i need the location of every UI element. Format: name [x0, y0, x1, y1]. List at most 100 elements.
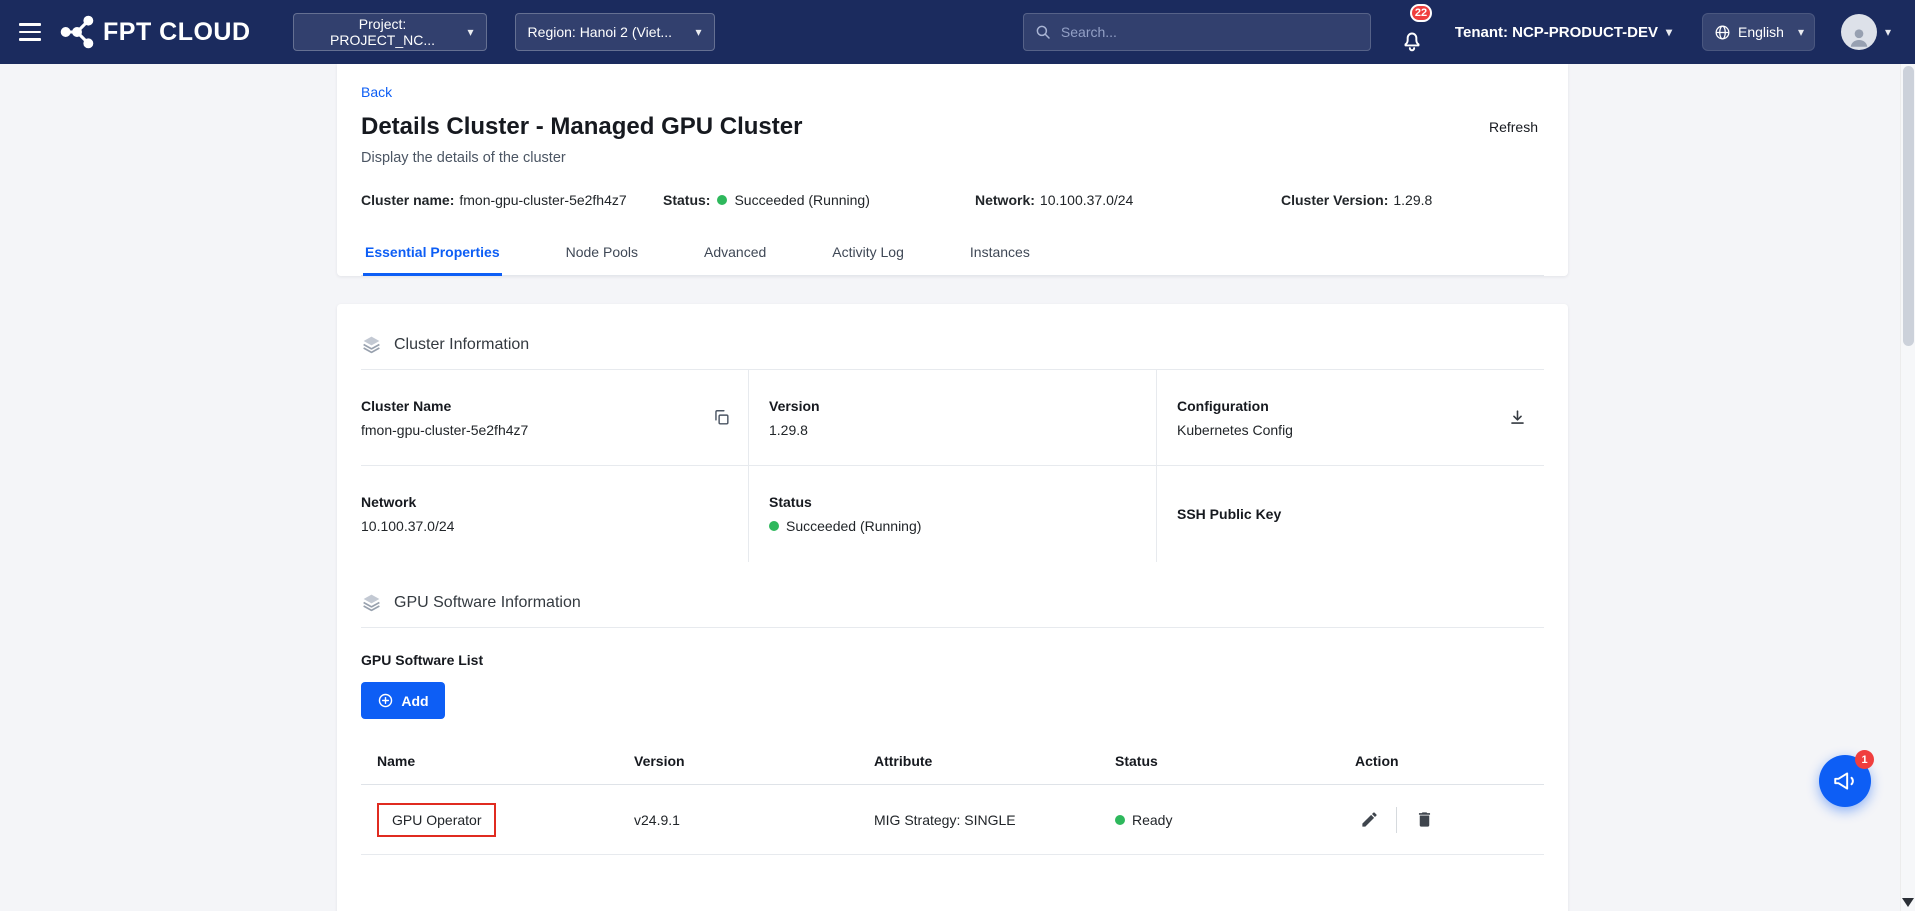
summary-cluster-version: Cluster Version: 1.29.8 — [1281, 192, 1432, 208]
status-cell: Status Succeeded (Running) — [749, 466, 1157, 562]
action-separator — [1396, 807, 1397, 833]
network-cell: Network 10.100.37.0/24 — [361, 466, 749, 562]
project-selector[interactable]: Project: PROJECT_NC... ▾ — [293, 13, 487, 51]
scrollbar-thumb[interactable] — [1903, 66, 1914, 346]
fpt-logo-icon — [60, 15, 94, 49]
status-value: Succeeded (Running) — [786, 518, 921, 534]
tab-essential-properties[interactable]: Essential Properties — [363, 234, 502, 276]
caret-down-icon: ▾ — [468, 25, 474, 39]
delete-button[interactable] — [1410, 806, 1438, 834]
gpu-software-list-label: GPU Software List — [361, 652, 1544, 668]
navbar-left: FPT CLOUD Project: PROJECT_NC... ▾ Regio… — [0, 0, 715, 64]
cluster-information-section-header: Cluster Information — [361, 334, 1544, 355]
status-dot-green — [1115, 815, 1125, 825]
configuration-cell: Configuration Kubernetes Config — [1157, 370, 1544, 466]
globe-icon — [1713, 23, 1732, 42]
region-selector[interactable]: Region: Hanoi 2 (Viet... ▾ — [515, 13, 715, 51]
add-button-label: Add — [401, 693, 428, 709]
page-subtitle: Display the details of the cluster — [361, 150, 1544, 166]
search-icon — [1034, 23, 1052, 41]
section-title: GPU Software Information — [394, 594, 581, 612]
network-label: Network — [361, 494, 454, 510]
project-selector-label: Project: PROJECT_NC... — [306, 16, 460, 48]
search-box — [1023, 13, 1371, 51]
divider — [361, 627, 1544, 628]
download-kubeconfig-button[interactable] — [1504, 405, 1530, 431]
cluster-name-value: fmon-gpu-cluster-5e2fh4z7 — [361, 422, 528, 438]
version-label: Version — [769, 398, 820, 414]
layers-icon — [361, 334, 382, 355]
tab-instances[interactable]: Instances — [968, 234, 1032, 276]
bell-icon — [1399, 27, 1425, 53]
menu-button[interactable] — [6, 0, 54, 64]
logo-text: FPT CLOUD — [103, 18, 251, 47]
add-gpu-software-button[interactable]: Add — [361, 682, 445, 719]
gpu-software-table: Name Version Attribute Status Action GPU… — [361, 741, 1544, 855]
summary-status: Status: Succeeded (Running) — [663, 192, 975, 208]
edit-button[interactable] — [1355, 806, 1383, 834]
version-value: 1.29.8 — [769, 422, 820, 438]
user-menu[interactable]: ▾ — [1841, 14, 1891, 50]
plus-circle-icon — [377, 692, 394, 709]
fpt-cloud-logo[interactable]: FPT CLOUD — [60, 15, 251, 49]
table-row: GPU Operator v24.9.1 MIG Strategy: SINGL… — [361, 785, 1544, 855]
top-navbar: FPT CLOUD Project: PROJECT_NC... ▾ Regio… — [0, 0, 1915, 64]
ssh-public-key-cell: SSH Public Key — [1157, 466, 1544, 562]
software-attribute: MIG Strategy: SINGLE — [858, 785, 1099, 855]
cluster-name-label: Cluster Name — [361, 398, 528, 414]
gpu-software-section-header: GPU Software Information — [361, 592, 1544, 613]
region-selector-label: Region: Hanoi 2 (Viet... — [528, 24, 673, 40]
essential-properties-card: Cluster Information Cluster Name fmon-gp… — [337, 304, 1568, 911]
language-selector[interactable]: English ▾ — [1702, 13, 1815, 51]
back-link[interactable]: Back — [361, 84, 392, 100]
caret-down-icon: ▾ — [1885, 25, 1891, 39]
fab-badge: 1 — [1855, 750, 1874, 769]
scroll-down-arrow-icon[interactable] — [1902, 898, 1914, 907]
configuration-value: Kubernetes Config — [1177, 422, 1293, 438]
status-label: Status — [769, 494, 921, 510]
layers-icon — [361, 592, 382, 613]
annotation-highlight-box: GPU Operator — [377, 803, 496, 837]
tenant-selector[interactable]: Tenant: NCP-PRODUCT-DEV ▾ — [1455, 24, 1672, 41]
cluster-summary-row: Cluster name: fmon-gpu-cluster-5e2fh4z7 … — [361, 192, 1544, 208]
title-row: Details Cluster - Managed GPU Cluster Re… — [361, 113, 1544, 141]
network-value: 10.100.37.0/24 — [361, 518, 454, 534]
ssh-public-key-label: SSH Public Key — [1177, 506, 1281, 522]
vertical-scrollbar[interactable] — [1900, 64, 1915, 911]
download-icon — [1508, 408, 1527, 427]
trash-icon — [1415, 810, 1434, 829]
caret-down-icon: ▾ — [1798, 25, 1804, 39]
col-header-action: Action — [1339, 741, 1544, 785]
tab-node-pools[interactable]: Node Pools — [564, 234, 640, 276]
hamburger-icon — [19, 23, 41, 26]
tab-activity-log[interactable]: Activity Log — [830, 234, 906, 276]
software-version: v24.9.1 — [618, 785, 858, 855]
copy-cluster-name-button[interactable] — [708, 405, 734, 431]
version-cell: Version 1.29.8 — [749, 370, 1157, 466]
page-title: Details Cluster - Managed GPU Cluster — [361, 113, 802, 141]
summary-network: Network: 10.100.37.0/24 — [975, 192, 1281, 208]
software-name: GPU Operator — [392, 812, 481, 828]
search-input[interactable] — [1061, 24, 1360, 40]
announcements-fab-button[interactable]: 1 — [1819, 755, 1871, 807]
pencil-icon — [1360, 810, 1379, 829]
refresh-button[interactable]: Refresh — [1489, 119, 1538, 135]
summary-cluster-name: Cluster name: fmon-gpu-cluster-5e2fh4z7 — [361, 192, 663, 208]
copy-icon — [712, 408, 731, 427]
caret-down-icon: ▾ — [696, 25, 702, 39]
language-label: English — [1738, 24, 1784, 40]
main-content: Back Details Cluster - Managed GPU Clust… — [337, 64, 1568, 911]
notification-badge: 22 — [1410, 4, 1432, 22]
tab-advanced[interactable]: Advanced — [702, 234, 768, 276]
tenant-label: Tenant: NCP-PRODUCT-DEV — [1455, 24, 1658, 41]
status-dot-green — [769, 521, 779, 531]
cluster-header-card: Back Details Cluster - Managed GPU Clust… — [337, 64, 1568, 276]
col-header-attribute: Attribute — [858, 741, 1099, 785]
section-title: Cluster Information — [394, 336, 529, 354]
status-dot-green — [717, 195, 727, 205]
avatar — [1841, 14, 1877, 50]
navbar-right: 22 Tenant: NCP-PRODUCT-DEV ▾ English ▾ ▾ — [1023, 11, 1891, 53]
caret-down-icon: ▾ — [1666, 25, 1672, 39]
notifications-button[interactable]: 22 — [1397, 11, 1431, 53]
col-header-version: Version — [618, 741, 858, 785]
